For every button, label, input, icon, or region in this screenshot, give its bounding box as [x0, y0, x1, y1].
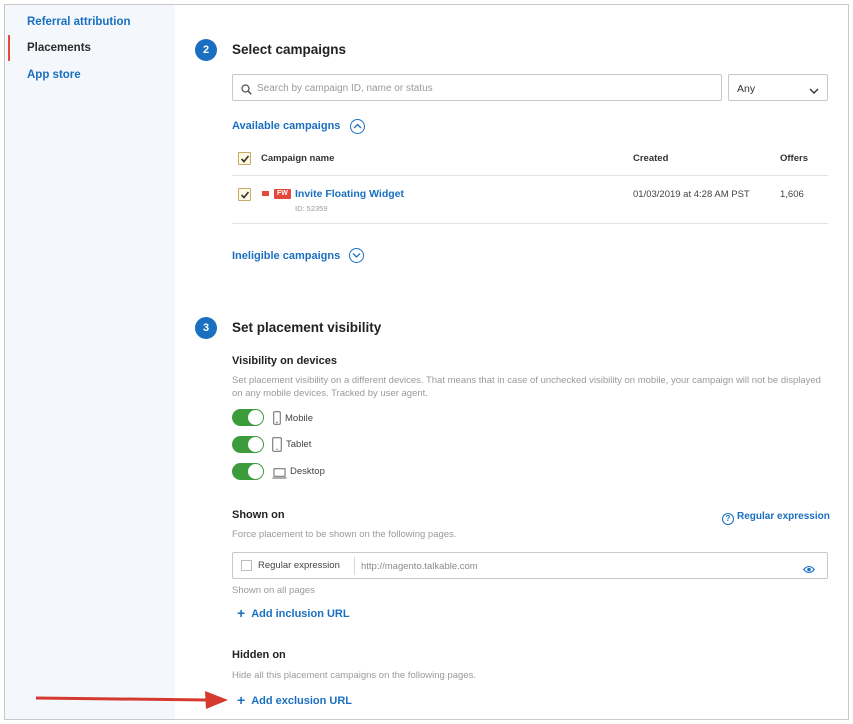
toggle-desktop[interactable]: [232, 463, 264, 480]
inclusion-url-row: Regular expression: [232, 552, 828, 579]
campaign-search-input[interactable]: [257, 79, 712, 97]
toggle-tablet[interactable]: [232, 436, 264, 453]
plus-icon: +: [237, 605, 246, 621]
regular-expression-checkbox[interactable]: [241, 560, 252, 571]
sidebar-active-indicator: [8, 35, 10, 61]
column-header-campaign-name: Campaign name: [261, 153, 335, 164]
toggle-knob: [248, 437, 263, 452]
device-label-mobile: Mobile: [285, 413, 313, 424]
section-title-placement-visibility: Set placement visibility: [232, 320, 382, 335]
device-label-tablet: Tablet: [286, 439, 312, 450]
available-campaigns-toggle[interactable]: Available campaigns: [232, 120, 340, 132]
regular-expression-help-link[interactable]: ? Regular expression: [722, 511, 830, 525]
hidden-on-heading: Hidden on: [232, 649, 286, 661]
column-header-created: Created: [633, 153, 669, 164]
step-number-badge: 3: [195, 317, 217, 339]
campaign-id: ID: 52359: [295, 204, 328, 213]
sidebar-item-placements[interactable]: Placements: [27, 42, 91, 54]
field-divider: [354, 557, 355, 575]
toggle-mobile[interactable]: [232, 409, 264, 426]
select-all-checkbox[interactable]: [238, 152, 251, 165]
sidebar-item-referral-attribution[interactable]: Referral attribution: [27, 16, 131, 28]
toggle-knob: [248, 410, 263, 425]
table-divider: [232, 223, 828, 224]
hidden-on-help-text: Hide all this placement campaigns on the…: [232, 670, 476, 681]
devices-help-text: Set placement visibility on a different …: [232, 375, 821, 399]
chevron-up-circle-icon[interactable]: [350, 119, 365, 134]
tablet-icon: [272, 437, 282, 457]
table-divider: [232, 175, 828, 176]
add-exclusion-url-button[interactable]: + Add exclusion URL: [237, 692, 352, 708]
campaign-search-box[interactable]: [232, 74, 722, 101]
question-circle-icon: ?: [722, 513, 734, 525]
add-exclusion-url-label: Add exclusion URL: [251, 695, 353, 707]
devices-heading: Visibility on devices: [232, 355, 337, 367]
chevron-down-icon: [809, 85, 819, 97]
inclusion-url-input[interactable]: [361, 557, 781, 575]
step-number-badge: 2: [195, 39, 217, 61]
sidebar: Referral attribution Placements App stor…: [5, 5, 175, 719]
campaign-status-select[interactable]: Any: [728, 74, 828, 101]
campaign-row-checkbox[interactable]: [238, 188, 251, 201]
campaign-offers-count: 1,606: [780, 189, 804, 200]
main-content: 2 Select campaigns Any Available campaig…: [175, 5, 848, 719]
shown-on-note: Shown on all pages: [232, 585, 315, 596]
campaign-type-badge: FW: [274, 189, 291, 199]
plus-icon: +: [237, 692, 246, 708]
campaign-status-select-value: Any: [737, 83, 756, 95]
desktop-icon: [272, 466, 287, 484]
toggle-knob: [248, 464, 263, 479]
campaign-created-date: 01/03/2019 at 4:28 AM PST: [633, 189, 750, 200]
shown-on-heading: Shown on: [232, 509, 285, 521]
eye-icon[interactable]: [802, 561, 816, 579]
section-title-select-campaigns: Select campaigns: [232, 42, 347, 57]
regular-expression-link-label: Regular expression: [737, 511, 830, 522]
chevron-down-circle-icon[interactable]: [349, 248, 364, 263]
device-label-desktop: Desktop: [290, 466, 325, 477]
column-header-offers: Offers: [780, 153, 808, 164]
ineligible-campaigns-toggle[interactable]: Ineligible campaigns: [232, 250, 340, 262]
sidebar-item-app-store[interactable]: App store: [27, 69, 81, 81]
mobile-icon: [273, 411, 281, 430]
search-icon: [241, 82, 252, 100]
add-inclusion-url-label: Add inclusion URL: [251, 608, 350, 620]
app-frame: Referral attribution Placements App stor…: [4, 4, 849, 720]
campaign-status-indicator: [262, 191, 269, 196]
regular-expression-checkbox-label: Regular expression: [258, 560, 340, 571]
add-inclusion-url-button[interactable]: + Add inclusion URL: [237, 605, 350, 621]
shown-on-help-text: Force placement to be shown on the follo…: [232, 529, 457, 540]
campaign-name-link[interactable]: Invite Floating Widget: [295, 188, 404, 200]
